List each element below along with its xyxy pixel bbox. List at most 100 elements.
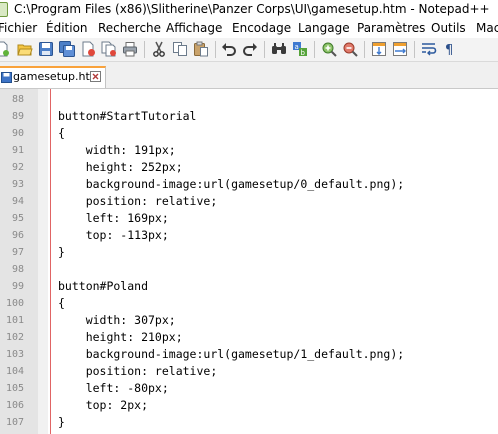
line-number: 98 (11, 264, 24, 275)
toolbar: a b ¶ (0, 38, 498, 62)
tab-bar: gamesetup.htm (0, 62, 498, 89)
line-text[interactable]: { (58, 125, 65, 142)
line-text[interactable]: left: 169px; (58, 210, 169, 227)
code-line[interactable]: 92 height: 252px; (0, 159, 498, 176)
line-text[interactable]: width: 307px; (58, 312, 176, 329)
line-number: 105 (5, 383, 24, 394)
code-line[interactable]: 107} (0, 414, 498, 431)
new-file-icon[interactable] (0, 41, 10, 57)
line-text[interactable]: top: 2px; (58, 397, 148, 414)
toolbar-separator (264, 41, 265, 58)
line-number: 100 (5, 298, 24, 309)
find-icon[interactable] (271, 41, 287, 57)
menu-langage[interactable]: Langage (298, 20, 350, 36)
close-all-icon[interactable] (101, 41, 117, 57)
save-all-icon[interactable] (59, 41, 75, 57)
tab-label: gamesetup.htm (13, 70, 101, 83)
line-text[interactable]: height: 252px; (58, 159, 183, 176)
menu-parametres[interactable]: Paramètres (357, 20, 425, 36)
code-line[interactable]: 95 left: 169px; (0, 210, 498, 227)
line-number: 97 (11, 247, 24, 258)
line-text[interactable]: position: relative; (58, 363, 218, 380)
line-number: 106 (5, 400, 24, 411)
menu-recherche[interactable]: Recherche (98, 20, 161, 36)
code-line[interactable]: 96 top: -113px; (0, 227, 498, 244)
zoom-in-icon[interactable] (321, 41, 337, 57)
sync-horizontal-icon[interactable] (392, 41, 408, 57)
line-number: 101 (5, 315, 24, 326)
sync-vertical-icon[interactable] (371, 41, 387, 57)
code-line[interactable]: 97} (0, 244, 498, 261)
line-text[interactable]: left: -80px; (58, 380, 169, 397)
menu-edition[interactable]: Édition (46, 20, 88, 36)
code-line[interactable]: 105 left: -80px; (0, 380, 498, 397)
menu-encodage[interactable]: Encodage (232, 20, 291, 36)
line-number: 94 (11, 196, 24, 207)
code-line[interactable]: 99 button#Poland (0, 278, 498, 295)
code-line[interactable]: 88 (0, 91, 498, 108)
redo-icon[interactable] (242, 41, 258, 57)
line-number: 103 (5, 349, 24, 360)
line-text[interactable]: position: relative; (58, 193, 218, 210)
cut-icon[interactable] (151, 41, 167, 57)
file-saved-icon (1, 72, 12, 83)
code-line[interactable]: 89 button#StartTutorial (0, 108, 498, 125)
code-line[interactable]: 101 width: 307px; (0, 312, 498, 329)
toolbar-separator (414, 41, 415, 58)
code-line[interactable]: 94 position: relative; (0, 193, 498, 210)
menu-bar: Fichier Édition Recherche Affichage Enco… (0, 18, 498, 38)
window-title: C:\Program Files (x86)\Slitherine\Panzer… (14, 2, 490, 16)
open-file-icon[interactable] (17, 41, 33, 57)
line-number: 104 (5, 366, 24, 377)
undo-icon[interactable] (221, 41, 237, 57)
close-tab-icon[interactable] (90, 71, 101, 82)
code-line[interactable]: 91 width: 191px; (0, 142, 498, 159)
line-number: 93 (11, 179, 24, 190)
editor-area[interactable]: 88 89 button#StartTutorial 90 {91 width: 191… (0, 89, 498, 434)
close-file-icon[interactable] (80, 41, 96, 57)
line-text[interactable]: } (58, 244, 65, 261)
save-icon[interactable] (38, 41, 54, 57)
toolbar-separator (215, 41, 216, 58)
word-wrap-icon[interactable] (421, 41, 437, 57)
code-line[interactable]: 104 position: relative; (0, 363, 498, 380)
line-text[interactable]: button#StartTutorial (58, 108, 196, 125)
line-text[interactable]: height: 210px; (58, 329, 183, 346)
line-text[interactable]: } (58, 414, 65, 431)
show-all-chars-icon[interactable]: ¶ (442, 41, 458, 57)
line-number: 92 (11, 162, 24, 173)
svg-text:¶: ¶ (445, 43, 453, 57)
code-line[interactable]: 98 (0, 261, 498, 278)
paste-icon[interactable] (193, 41, 209, 57)
line-text[interactable]: background-image:url(gamesetup/1_default… (58, 346, 405, 363)
line-text[interactable]: { (58, 295, 65, 312)
line-text[interactable]: width: 191px; (58, 142, 176, 159)
line-number: 90 (11, 128, 24, 139)
toolbar-separator (144, 41, 145, 58)
tab-gamesetup[interactable]: gamesetup.htm (0, 66, 106, 88)
menu-macro[interactable]: Macro (476, 20, 498, 36)
svg-text:a: a (295, 43, 299, 51)
code-line[interactable]: 93 background-image:url(gamesetup/0_defa… (0, 176, 498, 193)
menu-affichage[interactable]: Affichage (166, 20, 222, 36)
line-number: 102 (5, 332, 24, 343)
title-bar: C:\Program Files (x86)\Slitherine\Panzer… (0, 0, 498, 18)
notepad-plus-plus-icon (0, 2, 8, 17)
menu-fichier[interactable]: Fichier (0, 20, 37, 36)
code-line[interactable]: 90 { (0, 125, 498, 142)
print-icon[interactable] (122, 41, 138, 57)
menu-outils[interactable]: Outils (431, 20, 466, 36)
line-number: 107 (5, 417, 24, 428)
line-text[interactable]: button#Poland (58, 278, 148, 295)
code-line[interactable]: 103 background-image:url(gamesetup/1_def… (0, 346, 498, 363)
line-text[interactable]: top: -113px; (58, 227, 169, 244)
line-number: 95 (11, 213, 24, 224)
copy-icon[interactable] (172, 41, 188, 57)
zoom-out-icon[interactable] (342, 41, 358, 57)
toolbar-separator (314, 41, 315, 58)
code-line[interactable]: 106 top: 2px; (0, 397, 498, 414)
code-line[interactable]: 102 height: 210px; (0, 329, 498, 346)
line-text[interactable]: background-image:url(gamesetup/0_default… (58, 176, 405, 193)
replace-icon[interactable]: a b (292, 41, 308, 57)
code-line[interactable]: 100 { (0, 295, 498, 312)
